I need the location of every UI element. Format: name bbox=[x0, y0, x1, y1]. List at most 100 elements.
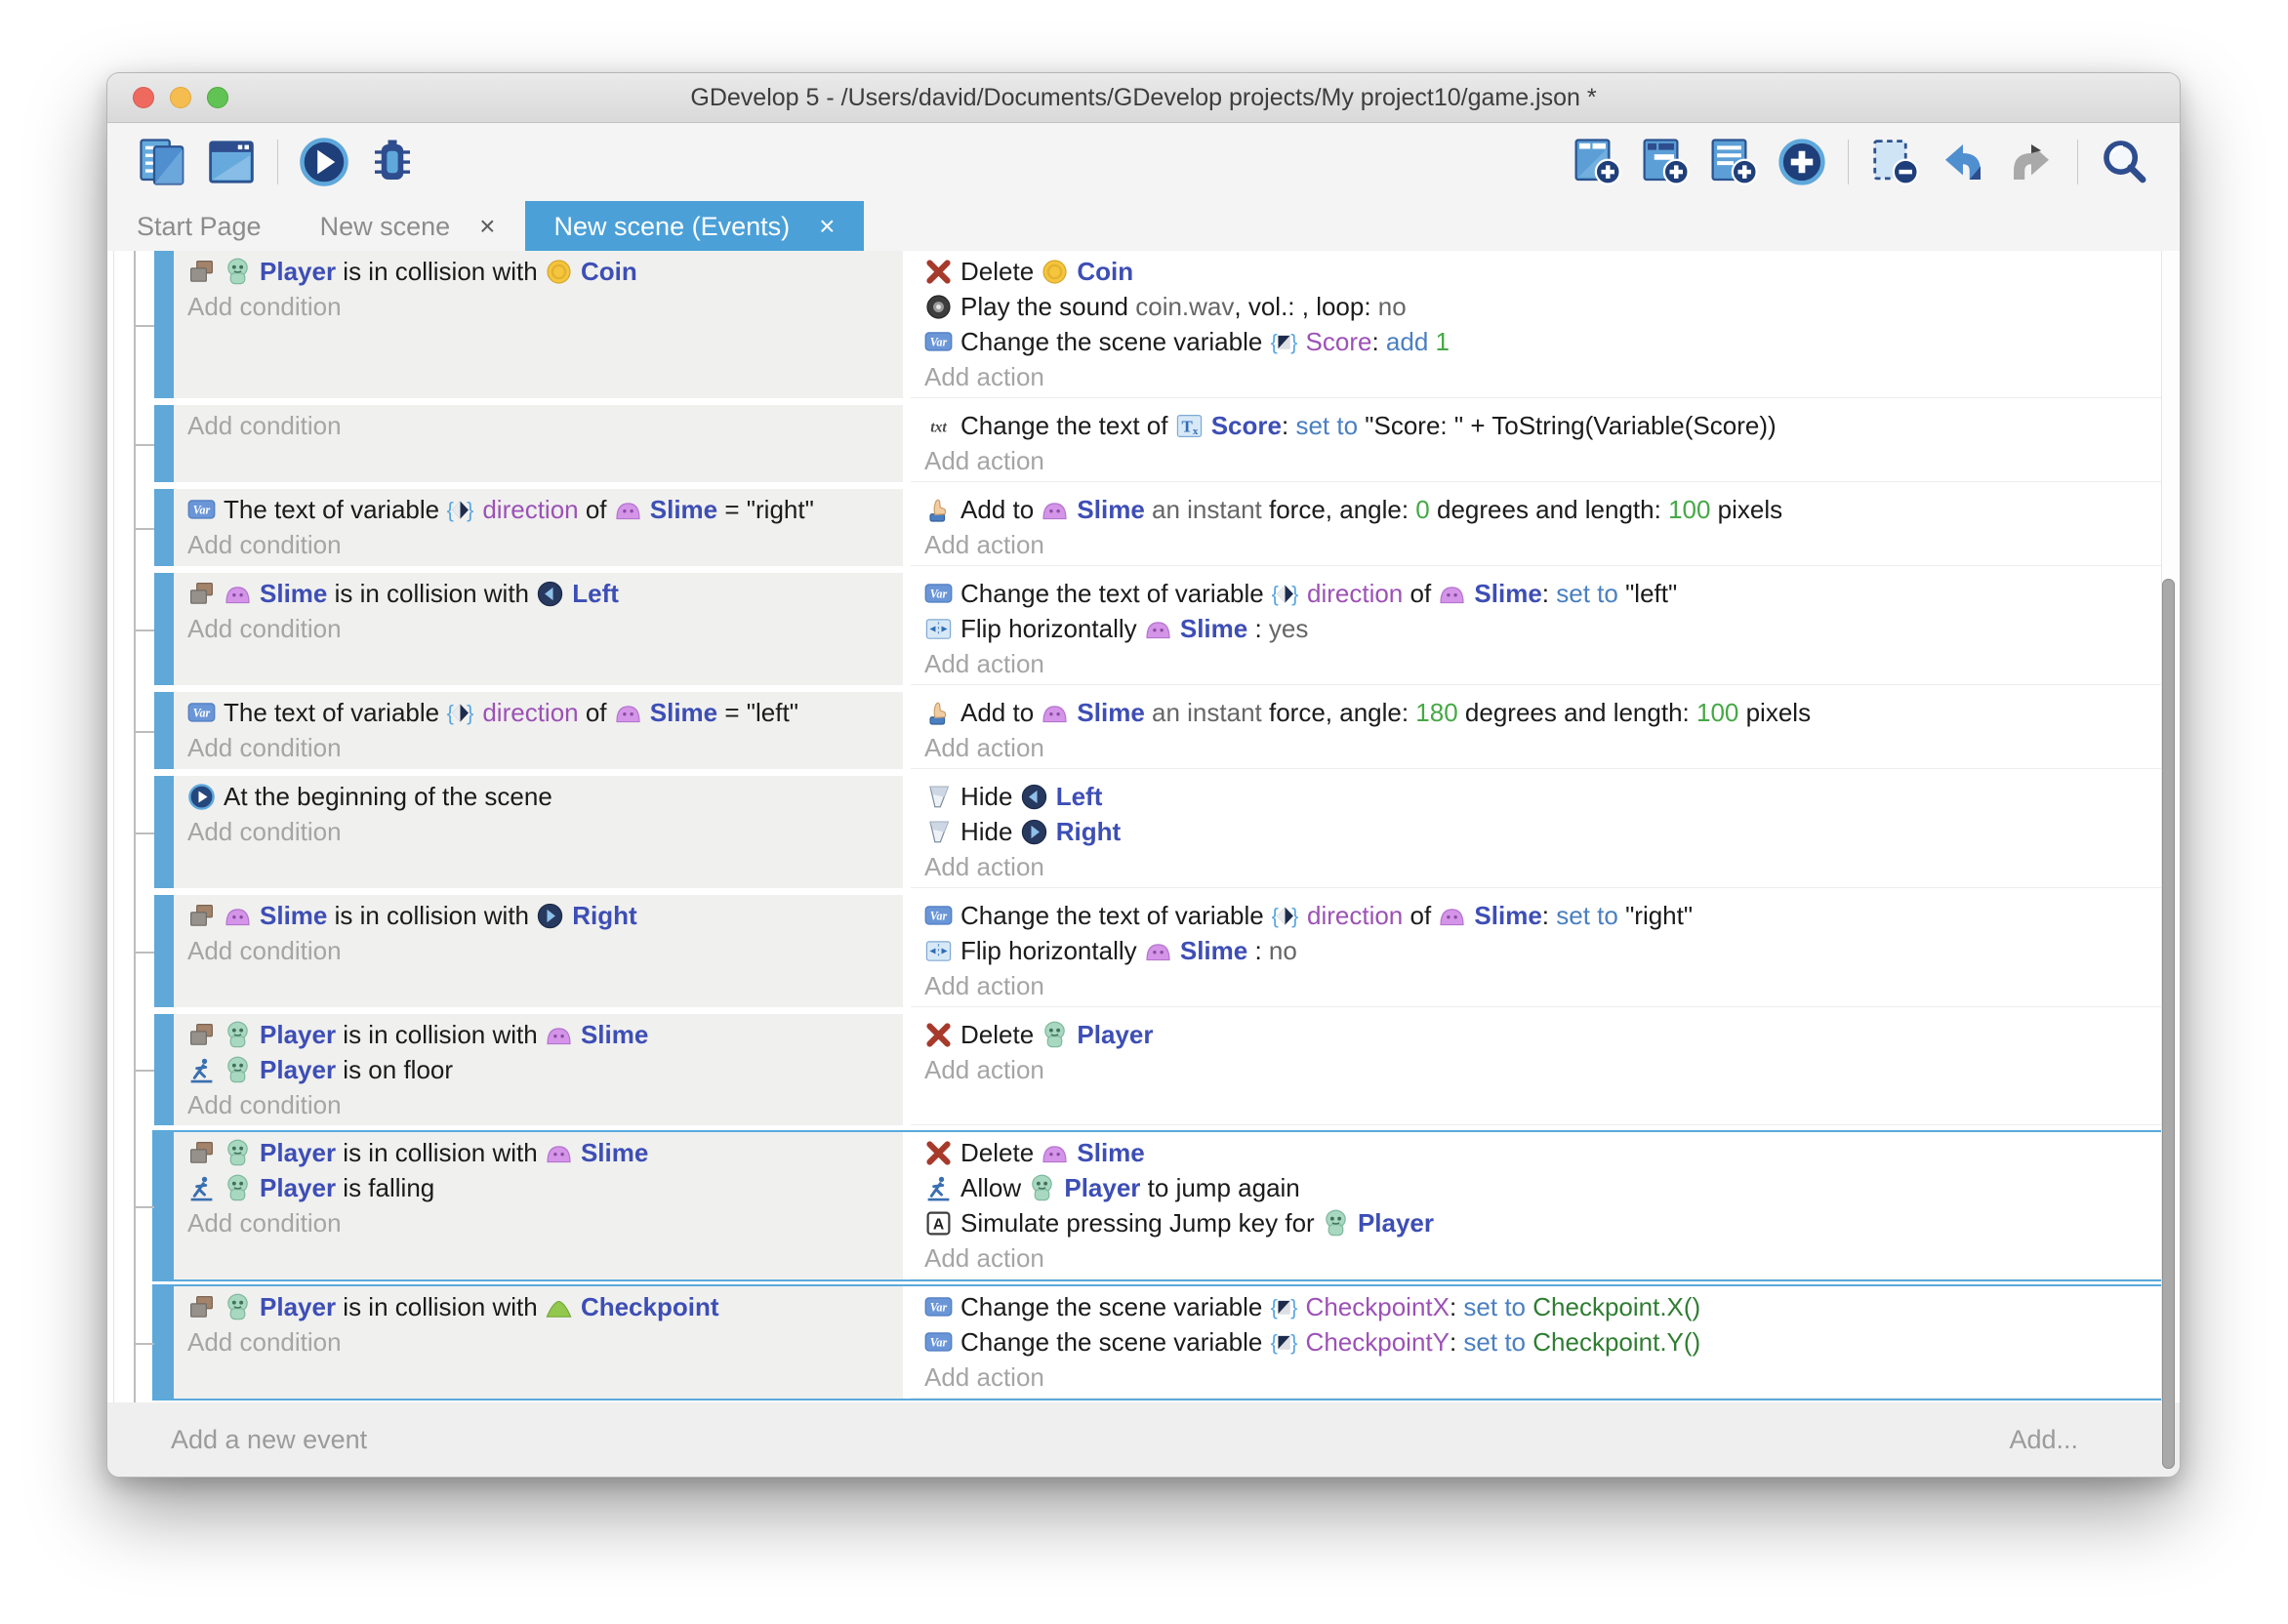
add-subevent-button[interactable] bbox=[1637, 134, 1694, 190]
add-condition-button[interactable]: Add condition bbox=[174, 611, 903, 646]
tab-start-page[interactable]: Start Page bbox=[107, 201, 291, 252]
condition-item[interactable]: Slime is in collision with Left bbox=[174, 576, 903, 611]
event-handle[interactable] bbox=[154, 692, 174, 769]
text-segment: Hide bbox=[960, 817, 1020, 847]
event-handle[interactable] bbox=[154, 405, 174, 482]
search-icon bbox=[2098, 136, 2150, 188]
add-comment-button[interactable] bbox=[1705, 134, 1762, 190]
condition-item[interactable]: Slime is in collision with Right bbox=[174, 898, 903, 933]
action-item[interactable]: txtChange the text of TxScore: set to "S… bbox=[911, 408, 2162, 443]
action-item[interactable]: Hide Right bbox=[911, 814, 2162, 849]
delete-icon bbox=[924, 1139, 953, 1167]
add-condition-button[interactable]: Add condition bbox=[174, 814, 903, 849]
add-action-button[interactable]: Add action bbox=[911, 1360, 2162, 1395]
action-item[interactable]: Add to Slime an instant force, angle: 18… bbox=[911, 695, 2162, 730]
action-item[interactable]: Flip horizontally Slime : yes bbox=[911, 611, 2162, 646]
tab-close-icon[interactable]: × bbox=[819, 213, 835, 240]
add-action-button[interactable]: Add action bbox=[911, 968, 2162, 1003]
add-action-button[interactable]: Add action bbox=[911, 849, 2162, 884]
slime-icon bbox=[224, 902, 252, 930]
condition-item[interactable]: Player is on floor bbox=[174, 1052, 903, 1087]
scrollbar-thumb[interactable] bbox=[2162, 579, 2175, 1469]
condition-item[interactable]: Player is in collision with Coin bbox=[174, 254, 903, 289]
event-handle[interactable] bbox=[154, 1132, 174, 1279]
add-condition-button[interactable]: Add condition bbox=[174, 730, 903, 765]
add-event-button[interactable] bbox=[1569, 134, 1625, 190]
tab-new-scene[interactable]: New scene× bbox=[291, 201, 525, 252]
event-handle[interactable] bbox=[154, 776, 174, 888]
tab-close-icon[interactable]: × bbox=[479, 213, 495, 240]
action-item[interactable]: Hide Left bbox=[911, 779, 2162, 814]
collision-icon bbox=[187, 1021, 216, 1049]
search-button[interactable] bbox=[2096, 134, 2152, 190]
add-action-button[interactable]: Add action bbox=[911, 646, 2162, 681]
event-handle[interactable] bbox=[154, 251, 174, 398]
action-item[interactable]: ASimulate pressing Jump key for Player bbox=[911, 1205, 2162, 1240]
condition-item[interactable]: Player is in collision with Checkpoint bbox=[174, 1289, 903, 1324]
event-handle[interactable] bbox=[154, 1014, 174, 1125]
event-handle[interactable] bbox=[154, 1286, 174, 1399]
action-item[interactable]: VarChange the text of variable {}directi… bbox=[911, 898, 2162, 933]
action-item[interactable]: VarChange the scene variable {}Checkpoin… bbox=[911, 1324, 2162, 1360]
action-item[interactable]: VarChange the text of variable {}directi… bbox=[911, 576, 2162, 611]
add-button[interactable]: Add... bbox=[2009, 1425, 2078, 1455]
undo-button[interactable] bbox=[1935, 134, 1991, 190]
redo-button[interactable] bbox=[2003, 134, 2060, 190]
text-segment: set to bbox=[1463, 1292, 1532, 1322]
add-action-button[interactable]: Add action bbox=[911, 730, 2162, 765]
project-manager-button[interactable] bbox=[135, 134, 191, 190]
player-icon bbox=[224, 258, 252, 286]
add-circle-button[interactable] bbox=[1774, 134, 1830, 190]
add-condition-button[interactable]: Add condition bbox=[174, 1324, 903, 1360]
condition-item[interactable]: Player is in collision with Slime bbox=[174, 1017, 903, 1052]
action-item[interactable]: VarChange the scene variable {}Score: ad… bbox=[911, 324, 2162, 359]
tab-new-scene-events[interactable]: New scene (Events)× bbox=[525, 201, 865, 252]
conditions-cell: Player is in collision with CoinAdd cond… bbox=[174, 251, 903, 398]
action-item[interactable]: Delete Player bbox=[911, 1017, 2162, 1052]
text-segment: Left bbox=[572, 579, 619, 609]
event-handle[interactable] bbox=[154, 573, 174, 685]
debug-button[interactable] bbox=[364, 134, 421, 190]
text-segment: of bbox=[579, 698, 614, 728]
condition-item[interactable]: At the beginning of the scene bbox=[174, 779, 903, 814]
condition-item[interactable]: VarThe text of variable {}direction of S… bbox=[174, 695, 903, 730]
add-condition-button[interactable]: Add condition bbox=[174, 527, 903, 562]
action-item[interactable]: Flip horizontally Slime : no bbox=[911, 933, 2162, 968]
scene-editor-button[interactable] bbox=[203, 134, 260, 190]
action-item[interactable]: VarChange the scene variable {}Checkpoin… bbox=[911, 1289, 2162, 1324]
text-segment: Slime bbox=[650, 495, 717, 525]
action-item[interactable]: Delete Slime bbox=[911, 1135, 2162, 1170]
add-new-event-button[interactable]: Add a new event bbox=[171, 1425, 367, 1455]
add-action-button[interactable]: Add action bbox=[911, 1240, 2162, 1276]
text-segment: Slime bbox=[581, 1020, 648, 1050]
add-condition-button[interactable]: Add condition bbox=[174, 1205, 903, 1240]
condition-item[interactable]: Player is in collision with Slime bbox=[174, 1135, 903, 1170]
minimize-window-button[interactable] bbox=[170, 87, 191, 108]
close-window-button[interactable] bbox=[133, 87, 154, 108]
play-button[interactable] bbox=[296, 134, 352, 190]
add-action-button[interactable]: Add action bbox=[911, 527, 2162, 562]
event-handle[interactable] bbox=[154, 895, 174, 1007]
text-segment: : bbox=[1282, 411, 1295, 441]
action-item[interactable]: Add to Slime an instant force, angle: 0 … bbox=[911, 492, 2162, 527]
action-item[interactable]: Delete Coin bbox=[911, 254, 2162, 289]
add-action-button[interactable]: Add action bbox=[911, 1052, 2162, 1087]
delete-event-button[interactable] bbox=[1866, 134, 1923, 190]
add-action-button[interactable]: Add action bbox=[911, 359, 2162, 394]
add-condition-button[interactable]: Add condition bbox=[174, 408, 903, 443]
text-segment: "right" bbox=[1625, 901, 1693, 931]
add-action-button[interactable]: Add action bbox=[911, 443, 2162, 478]
text-segment: Score bbox=[1306, 327, 1372, 357]
add-condition-button[interactable]: Add condition bbox=[174, 289, 903, 324]
add-condition-button[interactable]: Add condition bbox=[174, 933, 903, 968]
condition-item[interactable]: Player is falling bbox=[174, 1170, 903, 1205]
event-row: Player is in collision with SlimePlayer … bbox=[154, 1132, 2162, 1279]
action-item[interactable]: Play the sound coin.wav, vol.: , loop: n… bbox=[911, 289, 2162, 324]
condition-item[interactable]: VarThe text of variable {}direction of S… bbox=[174, 492, 903, 527]
action-item[interactable]: Allow Player to jump again bbox=[911, 1170, 2162, 1205]
collision-icon bbox=[187, 580, 216, 608]
flip-icon bbox=[924, 615, 953, 643]
zoom-window-button[interactable] bbox=[207, 87, 228, 108]
add-condition-button[interactable]: Add condition bbox=[174, 1087, 903, 1122]
event-handle[interactable] bbox=[154, 489, 174, 566]
